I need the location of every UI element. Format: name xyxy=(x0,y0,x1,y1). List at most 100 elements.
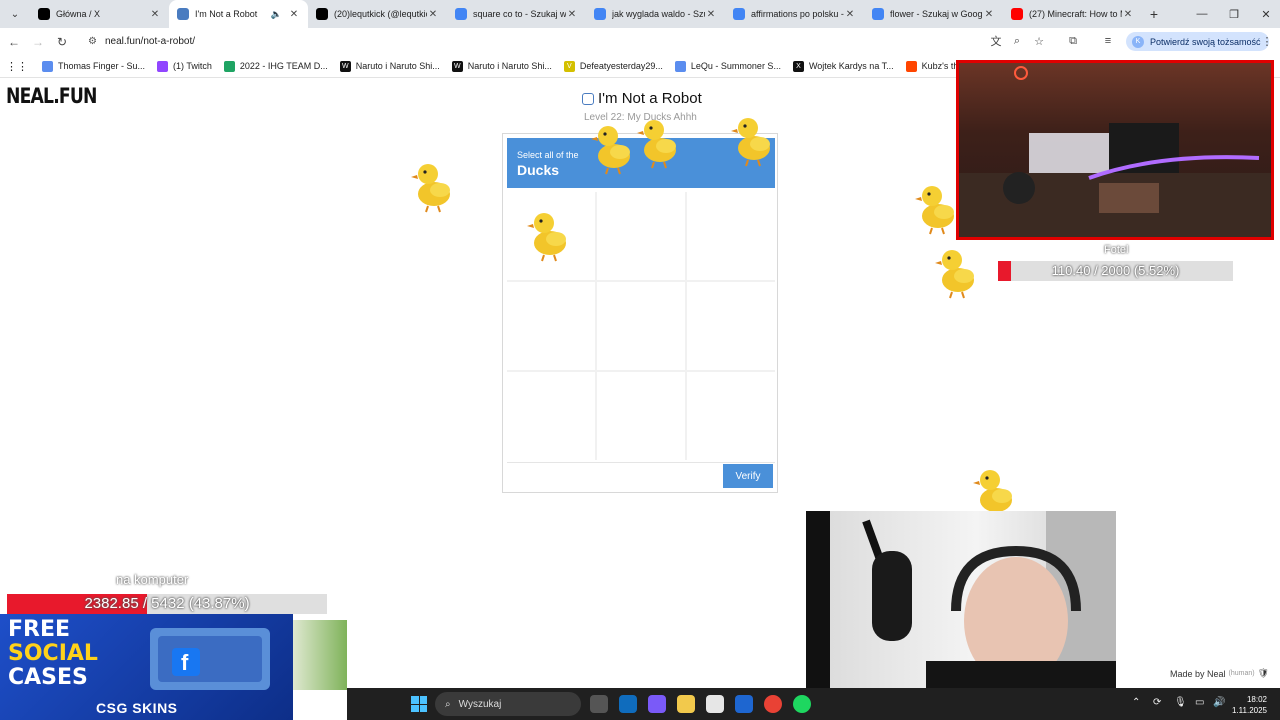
x-logo-icon xyxy=(38,8,50,20)
captcha-cell-9[interactable] xyxy=(687,372,775,460)
file-explorer-icon[interactable] xyxy=(677,695,695,713)
page-title-text: I'm Not a Robot xyxy=(598,90,702,107)
duck-image[interactable] xyxy=(934,240,982,300)
tab-title: (20)lequtkick (@lequtkick xyxy=(334,9,427,19)
tab-search-button[interactable]: ⌄ xyxy=(4,3,26,25)
captcha-cell-4[interactable] xyxy=(507,282,595,370)
window-close-button[interactable]: ✕ xyxy=(1250,0,1280,28)
captcha-cell-3[interactable] xyxy=(687,192,775,280)
browser-tab[interactable]: I'm Not a Robot 🔈 ✕ xyxy=(169,0,308,28)
donation-goal-bar: 2382.85 / 5432 (43.87%) xyxy=(7,594,327,614)
browser-tab[interactable]: square co to - Szukaj w G ✕ xyxy=(447,0,586,28)
captcha-cell-6[interactable] xyxy=(687,282,775,370)
duck-image[interactable] xyxy=(636,110,684,170)
apps-icon[interactable]: ⋮⋮ xyxy=(6,60,28,73)
bookmark-item[interactable]: V Defeatyesterday29... xyxy=(563,60,663,72)
tiktok-icon xyxy=(316,8,328,20)
bookmark-item[interactable]: W Naruto i Naruto Shi... xyxy=(451,60,552,72)
app-icon[interactable] xyxy=(735,695,753,713)
site-settings-icon[interactable]: ⚙ xyxy=(88,36,97,47)
verify-identity-button[interactable]: K Potwierdź swoją tożsamość xyxy=(1126,32,1269,51)
translate-icon[interactable]: 文 xyxy=(985,30,1007,52)
extensions-icon[interactable]: ⧉ xyxy=(1062,30,1084,52)
zoom-icon[interactable]: ⌕ xyxy=(1006,30,1028,52)
duck-image[interactable] xyxy=(914,176,962,236)
bookmark-label: Defeatyesterday29... xyxy=(579,61,663,71)
bookmark-item[interactable]: 2022 - IHG TEAM D... xyxy=(223,60,328,72)
tab-close-icon[interactable]: ✕ xyxy=(566,9,578,20)
browser-tab[interactable]: affirmations po polsku - ✕ xyxy=(725,0,864,28)
browser-tab[interactable]: flower - Szukaj w Google ✕ xyxy=(864,0,1003,28)
minimize-button[interactable]: — xyxy=(1186,0,1218,28)
taskbar-search[interactable]: ⌕ Wyszukaj xyxy=(435,692,581,716)
volume-icon[interactable]: 🔊 xyxy=(1213,697,1225,708)
menu-icon[interactable]: ⋮ xyxy=(1256,30,1278,52)
address-bar[interactable]: ⚙ neal.fun/not-a-robot/ xyxy=(80,30,1050,53)
tab-close-icon[interactable]: ✕ xyxy=(1122,9,1134,20)
tab-close-icon[interactable]: ✕ xyxy=(983,9,995,20)
duck-image[interactable] xyxy=(730,108,778,168)
reading-list-icon[interactable]: ≡ xyxy=(1097,30,1119,52)
bookmark-item[interactable]: X Wojtek Kardys na T... xyxy=(792,60,894,72)
tab-title: jak wyglada waldo - Szuk xyxy=(612,9,705,19)
donation-goal-bar: 110.40 / 2000 (5.52%) xyxy=(998,261,1233,281)
room-camera-overlay xyxy=(956,60,1274,240)
bookmark-label: Wojtek Kardys na T... xyxy=(808,61,894,71)
chrome-icon[interactable] xyxy=(764,695,782,713)
bookmark-label: (1) Twitch xyxy=(173,61,212,71)
captcha-cell-5[interactable] xyxy=(597,282,685,370)
reload-button[interactable]: ↻ xyxy=(50,30,74,54)
bookmark-item[interactable]: LeQu - Summoner S... xyxy=(674,60,781,72)
bookmark-favicon-icon: V xyxy=(563,60,575,72)
captcha-widget: Select all of the Ducks Verify xyxy=(502,133,778,493)
captcha-cell-2[interactable] xyxy=(597,192,685,280)
store-icon[interactable] xyxy=(706,695,724,713)
tab-close-icon[interactable]: ✕ xyxy=(844,9,856,20)
browser-tab[interactable]: jak wyglada waldo - Szuk ✕ xyxy=(586,0,725,28)
system-clock[interactable]: 18:02 1.11.2025 xyxy=(1232,694,1267,716)
ad-brand: CSG SKINS xyxy=(96,700,178,716)
clock-time: 18:02 xyxy=(1246,695,1267,704)
start-button[interactable] xyxy=(411,696,427,712)
bookmark-item[interactable]: (1) Twitch xyxy=(157,60,212,72)
browser-tab[interactable]: Główna / X ✕ xyxy=(30,0,169,28)
sync-icon[interactable]: ⟳ xyxy=(1153,697,1161,708)
copilot-icon[interactable] xyxy=(648,695,666,713)
goal-text: 110.40 / 2000 (5.52%) xyxy=(1051,263,1180,278)
bookmark-star-icon[interactable]: ☆ xyxy=(1028,30,1050,52)
new-tab-button[interactable]: + xyxy=(1142,6,1166,22)
forward-button[interactable]: → xyxy=(26,30,50,54)
bookmark-item[interactable]: W Naruto i Naruto Shi... xyxy=(339,60,440,72)
maximize-button[interactable]: ❐ xyxy=(1218,0,1250,28)
captcha-cell-8[interactable] xyxy=(597,372,685,460)
spotify-icon[interactable] xyxy=(793,695,811,713)
outlook-icon[interactable] xyxy=(619,695,637,713)
bookmark-item[interactable]: Thomas Finger - Su... xyxy=(42,60,145,72)
browser-tab[interactable]: (20)lequtkick (@lequtkick ✕ xyxy=(308,0,447,28)
clock-date: 1.11.2025 xyxy=(1232,706,1267,715)
captcha-cell-7[interactable] xyxy=(507,372,595,460)
back-button[interactable]: ← xyxy=(2,30,26,54)
captcha-divider xyxy=(507,462,775,463)
speaker-icon[interactable]: 🔈 xyxy=(271,9,282,20)
tab-close-icon[interactable]: ✕ xyxy=(705,9,717,20)
microphone-icon[interactable]: 🎙 xyxy=(1174,697,1187,708)
network-icon[interactable]: ▭ xyxy=(1195,697,1204,708)
browser-tab[interactable]: (27) Minecraft: How to M ✕ xyxy=(1003,0,1142,28)
tray-chevron-icon[interactable]: ⌃ xyxy=(1132,697,1140,708)
goal-text: 2382.85 / 5432 (43.87%) xyxy=(84,595,250,612)
made-by-text: Made by Neal xyxy=(1170,668,1226,679)
tab-title: square co to - Szukaj w G xyxy=(473,9,566,19)
tab-close-icon[interactable]: ✕ xyxy=(288,9,300,20)
task-view-icon[interactable] xyxy=(590,695,608,713)
tab-close-icon[interactable]: ✕ xyxy=(149,9,161,20)
made-by-credit[interactable]: Made by Neal (human) 🛡 xyxy=(1170,668,1269,679)
tab-close-icon[interactable]: ✕ xyxy=(427,9,439,20)
site-logo[interactable]: NEAL.FUN xyxy=(6,84,97,108)
duck-image[interactable] xyxy=(526,203,574,263)
verify-button[interactable]: Verify xyxy=(723,464,773,488)
duck-image[interactable] xyxy=(590,116,638,176)
tab-title: (27) Minecraft: How to M xyxy=(1029,9,1122,19)
url-text: neal.fun/not-a-robot/ xyxy=(104,36,196,47)
duck-image[interactable] xyxy=(410,154,458,214)
